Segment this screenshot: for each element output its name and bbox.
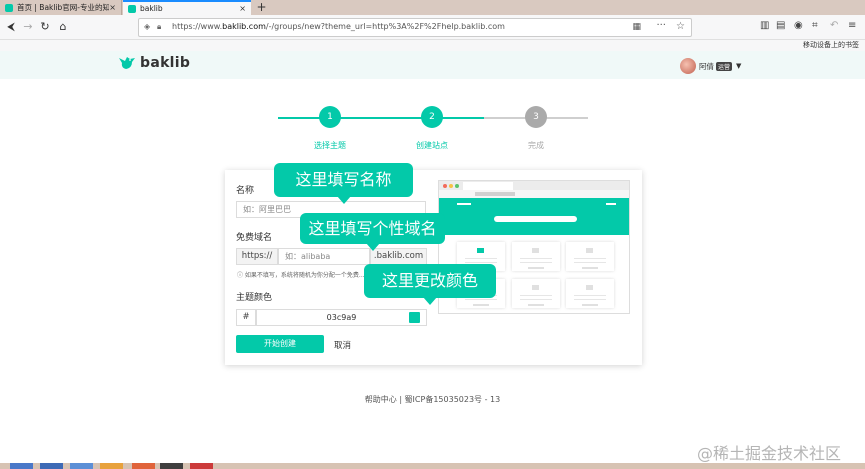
site-logo[interactable]: baklib bbox=[118, 55, 190, 71]
color-prefix: # bbox=[236, 309, 256, 326]
domain-prefix: https:// bbox=[236, 248, 278, 265]
browser-nav-bar: ⮜ → ↻ ⌂ ◈ 🔒︎ https://www.baklib.com/-/gr… bbox=[0, 15, 865, 40]
step-2-label: 创建站点 bbox=[416, 141, 448, 150]
undo-icon[interactable]: ↶ bbox=[830, 20, 838, 31]
domain-tooltip: 这里填写个性域名 bbox=[300, 213, 445, 251]
name-label: 名称 bbox=[236, 186, 255, 196]
cancel-button[interactable]: 取消 bbox=[334, 339, 351, 351]
avatar bbox=[680, 58, 696, 74]
start-create-button[interactable]: 开始创建 bbox=[236, 335, 324, 353]
site-footer: 帮助中心 | 蜀ICP备15035023号 - 13 bbox=[364, 395, 501, 404]
tab-baklib[interactable]: baklib × bbox=[123, 0, 251, 15]
baklib-favicon bbox=[5, 3, 13, 12]
taskbar-app-icon[interactable] bbox=[190, 463, 213, 469]
home-icon[interactable]: ⌂ bbox=[56, 20, 70, 34]
forward-icon[interactable]: → bbox=[21, 20, 35, 34]
step-2-circle: 2 bbox=[421, 106, 443, 128]
taskbar-app-icon[interactable] bbox=[160, 463, 183, 469]
mobile-bookmarks-link[interactable]: 移动设备上的书签 bbox=[803, 40, 859, 50]
library-icon[interactable]: ▥ bbox=[760, 20, 769, 31]
close-icon[interactable]: × bbox=[239, 4, 246, 13]
step-progress-line-done bbox=[278, 117, 484, 119]
taskbar-app-icon[interactable] bbox=[70, 463, 93, 469]
role-badge: 运营 bbox=[716, 61, 733, 71]
bird-logo-icon bbox=[119, 57, 135, 69]
domain-input[interactable]: 如：alibaba bbox=[278, 248, 370, 265]
tab-home[interactable]: 首页 | Baklib官网-专业的知识... × bbox=[0, 0, 122, 15]
bookmarks-bar: 移动设备上的书签 bbox=[0, 40, 865, 51]
url-text[interactable]: https://www.baklib.com/-/groups/new?them… bbox=[172, 22, 505, 31]
taskbar-app-icon[interactable] bbox=[132, 463, 155, 469]
taskbar-app-icon[interactable] bbox=[100, 463, 123, 469]
new-tab-button[interactable]: + bbox=[254, 0, 269, 15]
shield-icon: ◈ bbox=[144, 22, 151, 31]
color-tooltip: 这里更改颜色 bbox=[364, 264, 496, 305]
name-tooltip: 这里填写名称 bbox=[274, 163, 413, 204]
extension-icon[interactable]: ◉ bbox=[794, 20, 803, 31]
bookmark-star-icon[interactable]: ☆ bbox=[676, 21, 685, 32]
tab-title: 首页 | Baklib官网-专业的知识... bbox=[17, 3, 110, 12]
domain-label: 免费域名 bbox=[236, 233, 273, 243]
color-label: 主题颜色 bbox=[236, 293, 273, 303]
qr-code-icon[interactable]: ▦ bbox=[632, 22, 641, 32]
reload-icon[interactable]: ↻ bbox=[38, 20, 52, 34]
back-icon[interactable]: ⮜ bbox=[4, 20, 18, 34]
step-3-label: 完成 bbox=[528, 141, 544, 150]
lock-icon: 🔒︎ bbox=[157, 22, 162, 31]
tab-title: baklib bbox=[140, 4, 163, 13]
chevron-down-icon: ▼ bbox=[736, 62, 742, 70]
menu-icon[interactable]: ≡ bbox=[848, 20, 856, 31]
taskbar-app-icon[interactable] bbox=[40, 463, 63, 469]
address-bar[interactable]: ◈ 🔒︎ https://www.baklib.com/-/groups/new… bbox=[138, 18, 692, 37]
watermark: @稀土掘金技术社区 bbox=[697, 444, 842, 463]
logo-text: baklib bbox=[140, 55, 191, 71]
taskbar-app-icon[interactable] bbox=[10, 463, 33, 469]
sidebar-icon[interactable]: ▤ bbox=[776, 20, 785, 31]
site-header: baklib 阿倩 运营 ▼ bbox=[0, 51, 865, 79]
baklib-favicon bbox=[128, 4, 136, 13]
user-name: 阿倩 bbox=[699, 61, 714, 71]
browser-tab-bar: 首页 | Baklib官网-专业的知识... × baklib × + bbox=[0, 0, 865, 15]
user-menu[interactable]: 阿倩 运营 ▼ bbox=[680, 58, 741, 74]
step-1-label: 选择主题 bbox=[314, 141, 346, 150]
close-icon[interactable]: × bbox=[109, 3, 116, 12]
color-swatch[interactable] bbox=[409, 312, 420, 323]
more-icon[interactable]: ··· bbox=[656, 20, 666, 31]
step-1-circle: 1 bbox=[319, 106, 341, 128]
step-3-circle: 3 bbox=[525, 106, 547, 128]
color-input[interactable]: 03c9a9 bbox=[256, 309, 427, 326]
info-icon: ⓘ bbox=[237, 272, 245, 279]
crop-icon[interactable]: ⌗ bbox=[812, 20, 818, 31]
os-taskbar bbox=[0, 463, 865, 469]
